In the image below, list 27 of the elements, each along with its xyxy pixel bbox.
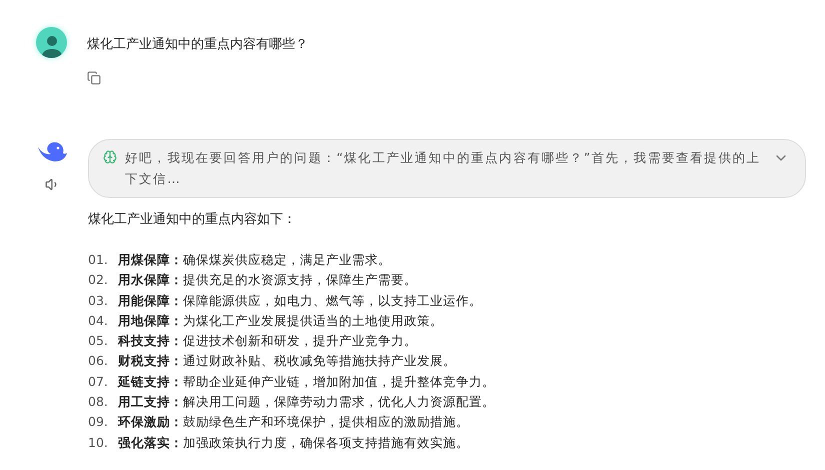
list-number: 04.	[88, 312, 109, 330]
list-item-text: 用能保障：保障能源供应，如电力、燃气等，以支持工业运作。	[118, 292, 482, 310]
list-number: 05.	[88, 332, 109, 350]
list-item-text: 环保激励：鼓励绿色生产和环境保护，提供相应的激励措施。	[118, 413, 469, 432]
list-item-text: 强化落实：加强政策执行力度，确保各项支持措施有效实施。	[118, 434, 469, 452]
list-item-text: 用煤保障：确保煤炭供应稳定，满足产业需求。	[118, 251, 391, 269]
list-number: 03.	[88, 292, 109, 310]
speaker-icon[interactable]	[44, 177, 60, 192]
list-number: 09.	[88, 413, 109, 432]
list-item-text: 科技支持：促进技术创新和研发，提升产业竞争力。	[118, 332, 417, 350]
list-number: 10.	[88, 434, 109, 452]
brain-icon	[103, 150, 117, 164]
list-item-text: 延链支持：帮助企业延伸产业链，增加附加值，提升整体竞争力。	[118, 372, 495, 391]
list-item-text: 用工支持：解决用工问题，保障劳动力需求，优化人力资源配置。	[118, 393, 495, 412]
list-number: 01.	[88, 251, 109, 269]
user-avatar	[36, 27, 67, 58]
list-item-text: 用地保障：为煤化工产业发展提供适当的土地使用政策。	[118, 312, 443, 330]
list-number: 02.	[88, 271, 109, 290]
thinking-summary[interactable]: 好吧，我现在要回答用户的问题：“煤化工产业通知中的重点内容有哪些？”首先，我需要查看提供的上下文信…	[88, 139, 806, 198]
list-number: 06.	[88, 352, 109, 370]
list-number: 07.	[88, 372, 109, 391]
list-item-text: 用水保障：提供充足的水资源支持，保障生产需要。	[118, 271, 417, 290]
user-question: 煤化工产业通知中的重点内容有哪些？	[87, 36, 308, 53]
list-item-text: 财税支持：通过财政补贴、税收减免等措施扶持产业发展。	[118, 352, 456, 370]
answer-intro: 煤化工产业通知中的重点内容如下：	[88, 211, 297, 228]
list-number: 08.	[88, 393, 109, 412]
copy-button[interactable]	[87, 71, 103, 87]
